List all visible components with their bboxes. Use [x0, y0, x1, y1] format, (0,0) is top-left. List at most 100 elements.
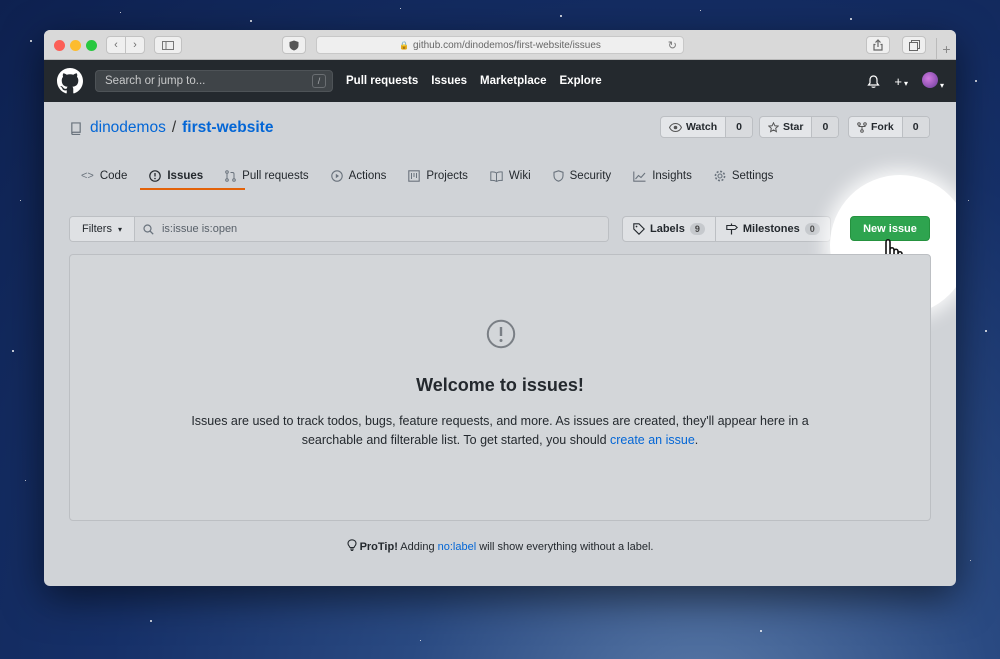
avatar	[921, 72, 938, 88]
no-label-link[interactable]: no:label	[438, 541, 477, 553]
github-logo-icon[interactable]	[57, 68, 83, 94]
watch-count[interactable]: 0	[725, 117, 752, 137]
forward-button[interactable]: ›	[125, 36, 145, 54]
gear-icon	[714, 170, 726, 182]
repo-separator: /	[171, 119, 177, 136]
issues-blankslate: Welcome to issues! Issues are used to tr…	[69, 254, 931, 521]
tab-label: Code	[99, 170, 128, 182]
repo-forked-icon	[857, 121, 867, 133]
repo-name-link[interactable]: first-website	[182, 119, 273, 137]
labels-milestones-group: Labels 9 Milestones 0	[622, 216, 831, 242]
star-button-group: Star 0	[759, 116, 840, 138]
code-icon: <>	[81, 170, 94, 182]
create-issue-link[interactable]: create an issue	[610, 433, 695, 447]
bell-icon[interactable]	[867, 74, 881, 89]
header-nav: Pull requests Issues Marketplace Explore	[346, 75, 602, 87]
back-button[interactable]: ‹	[106, 36, 126, 54]
tab-projects[interactable]: Projects	[397, 164, 479, 188]
tab-wiki[interactable]: Wiki	[479, 164, 542, 188]
github-header: Search or jump to... / Pull requests Iss…	[44, 60, 956, 102]
active-tab-indicator	[140, 188, 245, 190]
search-input[interactable]: Search or jump to... /	[95, 70, 333, 92]
nav-marketplace[interactable]: Marketplace	[480, 75, 546, 87]
protip-text: Adding	[397, 541, 438, 553]
reload-icon[interactable]: ↻	[668, 39, 677, 52]
share-button[interactable]	[866, 36, 890, 54]
browser-toolbar: ‹ › 🔒 github.com/dinodemos/first-website…	[44, 30, 956, 60]
nav-issues[interactable]: Issues	[431, 75, 467, 87]
eye-icon	[669, 122, 682, 132]
project-icon	[408, 170, 421, 182]
browser-window: ‹ › 🔒 github.com/dinodemos/first-website…	[44, 30, 956, 586]
create-new-dropdown[interactable]: + ▾	[894, 74, 908, 89]
repo-owner-link[interactable]: dinodemos	[90, 119, 166, 137]
fork-button-group: Fork 0	[848, 116, 930, 138]
tab-label: Insights	[652, 170, 692, 182]
tab-label: Security	[569, 170, 612, 182]
chevron-right-icon: ›	[133, 39, 137, 51]
caret-down-icon: ▾	[117, 224, 122, 234]
repo-icon	[71, 121, 81, 135]
tab-code[interactable]: <> Code	[70, 164, 138, 188]
tab-actions[interactable]: Actions	[320, 164, 398, 188]
tab-pull-requests[interactable]: Pull requests	[214, 164, 319, 188]
tab-issues[interactable]: Issues	[138, 164, 214, 188]
search-icon	[143, 223, 154, 235]
tab-label: Actions	[348, 170, 387, 182]
caret-down-icon: ▾	[939, 81, 944, 90]
tab-label: Wiki	[508, 170, 531, 182]
tag-icon	[633, 223, 645, 235]
tab-label: Pull requests	[242, 170, 309, 182]
minimize-window-button[interactable]	[70, 40, 81, 51]
tab-label: Issues	[167, 170, 204, 182]
filters-dropdown[interactable]: Filters ▾	[70, 217, 135, 241]
chevron-left-icon: ‹	[114, 39, 118, 51]
blankslate-title: Welcome to issues!	[416, 375, 584, 395]
star-count[interactable]: 0	[811, 117, 839, 137]
watch-button-group: Watch 0	[660, 116, 753, 138]
repo-title: dinodemos / first-website	[70, 119, 273, 137]
labels-count: 9	[689, 223, 705, 235]
tab-label: Settings	[731, 170, 774, 182]
tab-label: Projects	[426, 170, 468, 182]
fork-button[interactable]: Fork	[849, 117, 902, 137]
nav-explore[interactable]: Explore	[560, 75, 602, 87]
fork-count[interactable]: 0	[901, 117, 929, 137]
header-actions: + ▾ ▾	[867, 72, 944, 91]
issue-search-query: is:issue is:open	[161, 223, 238, 235]
star-button[interactable]: Star	[760, 117, 811, 137]
watch-button[interactable]: Watch	[661, 117, 725, 137]
user-menu-dropdown[interactable]: ▾	[921, 72, 944, 91]
search-shortcut-hint: /	[312, 74, 326, 88]
sidebar-toggle-button[interactable]	[154, 36, 182, 54]
lock-icon: 🔒	[399, 40, 410, 50]
search-placeholder: Search or jump to...	[105, 75, 206, 87]
tab-overview-button[interactable]	[902, 36, 926, 54]
tab-insights[interactable]: Insights	[622, 164, 703, 188]
milestones-button[interactable]: Milestones 0	[714, 217, 830, 241]
tab-security[interactable]: Security	[542, 164, 623, 188]
star-icon	[768, 121, 779, 133]
fork-label: Fork	[871, 121, 894, 133]
share-icon	[873, 39, 883, 51]
tab-settings[interactable]: Settings	[703, 164, 785, 188]
zoom-window-button[interactable]	[86, 40, 97, 51]
light-bulb-icon	[346, 539, 360, 553]
address-bar[interactable]: 🔒 github.com/dinodemos/first-website/iss…	[316, 36, 684, 54]
labels-button[interactable]: Labels 9	[623, 217, 715, 241]
protip: ProTip! Adding no:label will show everyt…	[44, 539, 956, 553]
new-tab-button[interactable]: +	[936, 38, 956, 60]
nav-pull-requests[interactable]: Pull requests	[346, 75, 418, 87]
labels-label: Labels	[650, 223, 685, 235]
star-label: Star	[783, 121, 804, 133]
issue-filter-bar: Filters ▾ is:issue is:open	[69, 216, 609, 242]
issue-search-input[interactable]: is:issue is:open	[134, 217, 608, 241]
milestones-count: 0	[804, 223, 820, 235]
close-window-button[interactable]	[54, 40, 65, 51]
watch-label: Watch	[686, 121, 718, 133]
caret-down-icon: ▾	[903, 79, 908, 88]
play-icon	[330, 170, 343, 182]
plus-icon: +	[894, 74, 902, 89]
book-icon	[490, 170, 503, 182]
privacy-report-button[interactable]	[282, 36, 306, 54]
